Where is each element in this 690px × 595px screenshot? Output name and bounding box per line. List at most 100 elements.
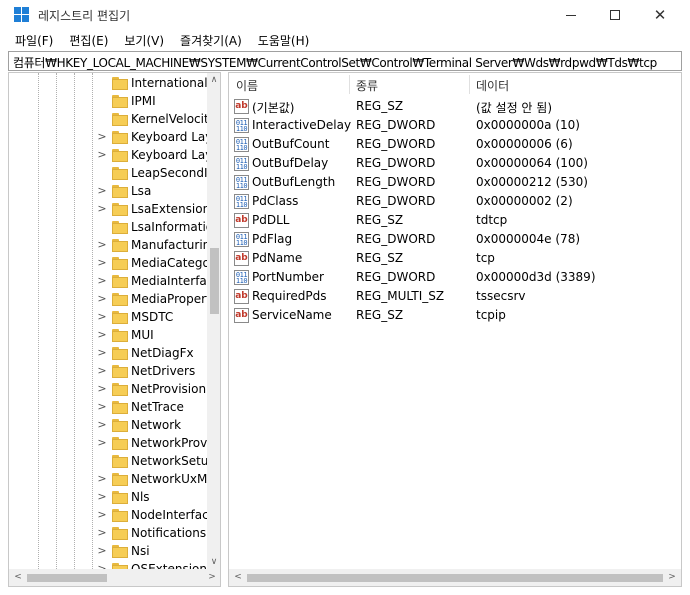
values-list-pane[interactable]: 이름 종류 데이터 ab (기본값) REG_SZ (값 설정 안 됨) 011 110…	[228, 72, 682, 587]
binary-value-icon: 011 110	[234, 270, 249, 285]
tree-scroll-thumb[interactable]	[210, 248, 219, 314]
scroll-left-icon[interactable]: <	[11, 569, 25, 586]
chevron-right-icon[interactable]: >	[97, 292, 107, 305]
value-row[interactable]: 011 110 OutBufDelay REG_DWORD 0x00000064 (1…	[229, 154, 681, 173]
chevron-right-icon[interactable]: >	[97, 130, 107, 143]
chevron-right-icon[interactable]: >	[97, 400, 107, 413]
chevron-right-icon[interactable]: >	[97, 346, 107, 359]
menu-help[interactable]: 도움말(H)	[250, 30, 318, 50]
tree-item[interactable]: > ManufacturingMode	[9, 237, 207, 255]
list-hscroll-thumb[interactable]	[247, 574, 663, 582]
value-row[interactable]: ab PdDLL REG_SZ tdtcp	[229, 211, 681, 230]
scroll-down-icon[interactable]: ∨	[207, 555, 220, 569]
tree-item[interactable]: > Nls	[9, 489, 207, 507]
tree-item-label: Nsi	[131, 544, 150, 558]
value-name: PortNumber	[252, 270, 324, 284]
chevron-right-icon[interactable]: >	[97, 526, 107, 539]
value-row[interactable]: ab PdName REG_SZ tcp	[229, 249, 681, 268]
scroll-right-icon[interactable]: >	[205, 569, 219, 586]
value-name: PdName	[252, 251, 303, 265]
chevron-right-icon[interactable]: >	[97, 202, 107, 215]
tree-item[interactable]: > MediaInterfaces	[9, 273, 207, 291]
key-tree-pane[interactable]: International IPMI KernelVelocity > Keyboard…	[8, 72, 221, 587]
tree-item[interactable]: > OSExtensionDatabase	[9, 561, 207, 569]
tree-item[interactable]: > Keyboard Layout	[9, 129, 207, 147]
value-row[interactable]: 011 110 OutBufLength REG_DWORD 0x00000212 (…	[229, 173, 681, 192]
chevron-right-icon[interactable]: >	[97, 562, 107, 569]
tree-item[interactable]: International	[9, 75, 207, 93]
tree-item[interactable]: > Nsi	[9, 543, 207, 561]
menu-file[interactable]: 파일(F)	[7, 30, 61, 50]
chevron-right-icon[interactable]: >	[97, 238, 107, 251]
value-row[interactable]: 011 110 PortNumber REG_DWORD 0x00000d3d (33…	[229, 268, 681, 287]
value-name: RequiredPds	[252, 289, 327, 303]
chevron-right-icon[interactable]: >	[97, 490, 107, 503]
tree-item[interactable]: > NodeInterfaces	[9, 507, 207, 525]
chevron-right-icon[interactable]: >	[97, 256, 107, 269]
value-row[interactable]: 011 110 OutBufCount REG_DWORD 0x00000006 (6…	[229, 135, 681, 154]
chevron-right-icon[interactable]: >	[97, 418, 107, 431]
tree-horizontal-scrollbar[interactable]: < >	[9, 569, 220, 586]
value-row[interactable]: ab ServiceName REG_SZ tcpip	[229, 306, 681, 325]
tree-vertical-scrollbar[interactable]: ∧ ∨	[207, 73, 220, 569]
tree-item[interactable]: LsaInformation	[9, 219, 207, 237]
column-header-data[interactable]: 데이터	[469, 73, 681, 96]
menu-view[interactable]: 보기(V)	[116, 30, 172, 50]
minimize-button[interactable]	[548, 0, 594, 30]
value-type: REG_DWORD	[356, 137, 436, 151]
scroll-right-icon[interactable]: >	[665, 569, 679, 586]
scroll-up-icon[interactable]: ∧	[207, 73, 220, 87]
tree-item[interactable]: > NetProvision	[9, 381, 207, 399]
tree-item[interactable]: LeapSecondInformation	[9, 165, 207, 183]
tree-item[interactable]: > NetTrace	[9, 399, 207, 417]
list-horizontal-scrollbar[interactable]: < >	[229, 569, 681, 586]
value-name: OutBufDelay	[252, 156, 329, 170]
tree-item[interactable]: > Notifications	[9, 525, 207, 543]
menu-favorites[interactable]: 즐겨찾기(A)	[172, 30, 250, 50]
tree-item[interactable]: > NetDiagFx	[9, 345, 207, 363]
value-row[interactable]: ab (기본값) REG_SZ (값 설정 안 됨)	[229, 97, 681, 116]
tree-item-label: NetworkUxManager	[131, 472, 207, 486]
tree-item[interactable]: > MSDTC	[9, 309, 207, 327]
chevron-right-icon[interactable]: >	[97, 328, 107, 341]
chevron-right-icon[interactable]: >	[97, 184, 107, 197]
tree-item[interactable]: KernelVelocity	[9, 111, 207, 129]
tree-item[interactable]: > NetworkUxManager	[9, 471, 207, 489]
tree-item[interactable]: IPMI	[9, 93, 207, 111]
tree-item[interactable]: > Network	[9, 417, 207, 435]
column-header-type[interactable]: 종류	[349, 73, 469, 96]
menu-edit[interactable]: 편집(E)	[61, 30, 116, 50]
value-row[interactable]: 011 110 PdFlag REG_DWORD 0x0000004e (78)	[229, 230, 681, 249]
chevron-right-icon[interactable]: >	[97, 508, 107, 521]
tree-item[interactable]: > Lsa	[9, 183, 207, 201]
tree-item[interactable]: > NetDrivers	[9, 363, 207, 381]
value-name: ServiceName	[252, 308, 332, 322]
tree-item[interactable]: > Keyboard Layouts	[9, 147, 207, 165]
chevron-right-icon[interactable]: >	[97, 544, 107, 557]
chevron-right-icon[interactable]: >	[97, 364, 107, 377]
value-type: REG_DWORD	[356, 156, 436, 170]
tree-item[interactable]: > MUI	[9, 327, 207, 345]
address-bar[interactable]: 컴퓨터₩HKEY_LOCAL_MACHINE₩SYSTEM₩CurrentCon…	[8, 51, 682, 71]
tree-item[interactable]: > MediaProperties	[9, 291, 207, 309]
value-data: (값 설정 안 됨)	[476, 101, 553, 115]
chevron-right-icon[interactable]: >	[97, 148, 107, 161]
column-header-name[interactable]: 이름	[229, 73, 349, 96]
maximize-button[interactable]	[592, 0, 638, 30]
tree-item[interactable]: NetworkSetup2	[9, 453, 207, 471]
chevron-right-icon[interactable]: >	[97, 274, 107, 287]
chevron-right-icon[interactable]: >	[97, 472, 107, 485]
value-row[interactable]: 011 110 InteractiveDelay REG_DWORD 0x000000…	[229, 116, 681, 135]
chevron-right-icon[interactable]: >	[97, 436, 107, 449]
scroll-left-icon[interactable]: <	[231, 569, 245, 586]
close-button[interactable]: ✕	[637, 0, 683, 30]
tree-item[interactable]: > NetworkProvider	[9, 435, 207, 453]
chevron-right-icon[interactable]: >	[97, 310, 107, 323]
chevron-right-icon[interactable]: >	[97, 382, 107, 395]
tree-hscroll-thumb[interactable]	[27, 574, 107, 582]
value-type: REG_SZ	[356, 213, 404, 227]
value-row[interactable]: ab RequiredPds REG_MULTI_SZ tssecsrv	[229, 287, 681, 306]
value-row[interactable]: 011 110 PdClass REG_DWORD 0x00000002 (2)	[229, 192, 681, 211]
tree-item[interactable]: > LsaExtensionConfig	[9, 201, 207, 219]
tree-item[interactable]: > MediaCategories	[9, 255, 207, 273]
